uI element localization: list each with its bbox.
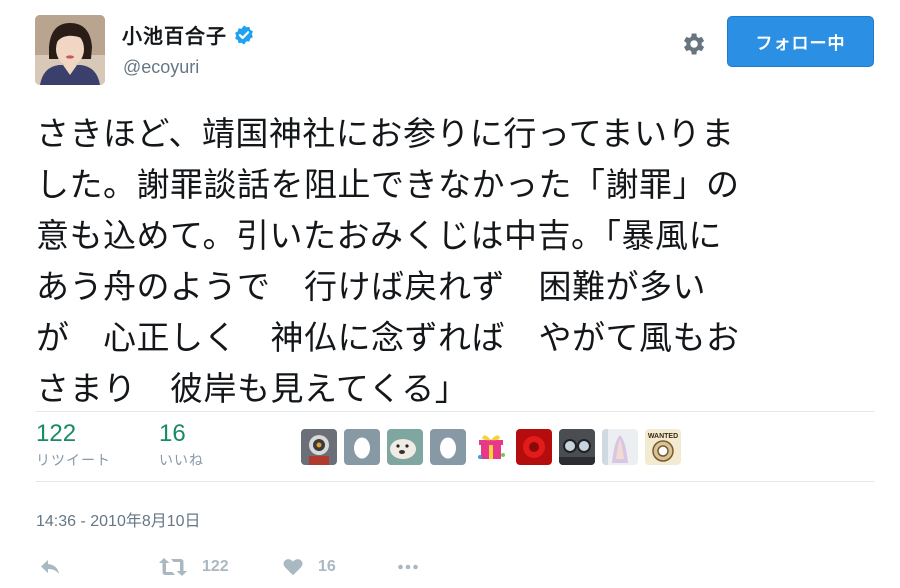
more-icon <box>398 564 418 570</box>
wanted-text: WANTED <box>648 433 678 440</box>
liker-avatar-egg[interactable] <box>430 429 466 465</box>
tweet-text-line: さきほど、靖国神社にお参りに行ってまいりま <box>36 114 735 153</box>
stats-top-divider <box>36 411 874 412</box>
like-count: 16 <box>159 420 186 447</box>
liker-avatar-red[interactable] <box>516 429 552 465</box>
reply-button[interactable] <box>38 553 62 581</box>
more-button[interactable] <box>396 553 420 581</box>
tweet-text-line: した。謝罪談話を阻止できなかった「謝罪」の <box>36 165 740 204</box>
liker-avatar-glasses[interactable] <box>559 429 595 465</box>
tweet-timestamp[interactable]: 14:36 - 2010年8月10日 <box>36 507 201 531</box>
retweet-action-count: 122 <box>202 558 229 575</box>
user-handle[interactable]: @ecoyuri <box>123 57 199 78</box>
profile-avatar-image <box>35 15 105 85</box>
gear-icon[interactable] <box>679 30 707 58</box>
like-stat[interactable]: 16 いいね <box>159 420 204 470</box>
liker-avatar-egg[interactable] <box>344 429 380 465</box>
heart-icon <box>283 559 303 576</box>
tweet-text: さきほど、靖国神社にお参りに行ってまいりま した。謝罪談話を阻止できなかった「謝… <box>36 108 876 414</box>
retweet-count: 122 <box>36 420 77 447</box>
retweet-stat[interactable]: 122 リツイート <box>36 420 111 470</box>
like-action-count: 16 <box>318 558 336 575</box>
display-name-text: 小池百合子 <box>122 24 227 48</box>
tweet-text-line: あう舟のようで 行けば戻れず 困難が多い <box>36 267 706 306</box>
liker-avatar-wanted[interactable]: WANTED <box>645 429 681 465</box>
liker-avatar-gift[interactable] <box>473 429 509 465</box>
like-button[interactable]: 16 <box>282 553 336 581</box>
tweet-text-line: が 心正しく 神仏に念ずれば やがて風もお <box>36 318 740 357</box>
verified-badge-icon <box>235 25 253 45</box>
retweet-button[interactable]: 122 <box>158 553 229 581</box>
liker-avatar-robot[interactable] <box>301 429 337 465</box>
following-button[interactable]: フォロー中 <box>727 16 874 67</box>
display-name[interactable]: 小池百合子 <box>122 20 255 49</box>
liker-avatar-drawing[interactable] <box>602 429 638 465</box>
tweet-text-line: 意も込めて。引いたおみくじは中吉。「暴風に <box>36 216 723 255</box>
tweet-text-line: さまり 彼岸も見えてくる」 <box>36 369 469 408</box>
retweet-icon <box>159 558 187 576</box>
stats-bottom-divider <box>36 481 874 482</box>
profile-avatar[interactable] <box>35 15 105 85</box>
reply-icon <box>41 560 59 574</box>
like-label: いいね <box>159 453 204 469</box>
retweet-label: リツイート <box>36 453 111 469</box>
liker-avatar-dog[interactable] <box>387 429 423 465</box>
